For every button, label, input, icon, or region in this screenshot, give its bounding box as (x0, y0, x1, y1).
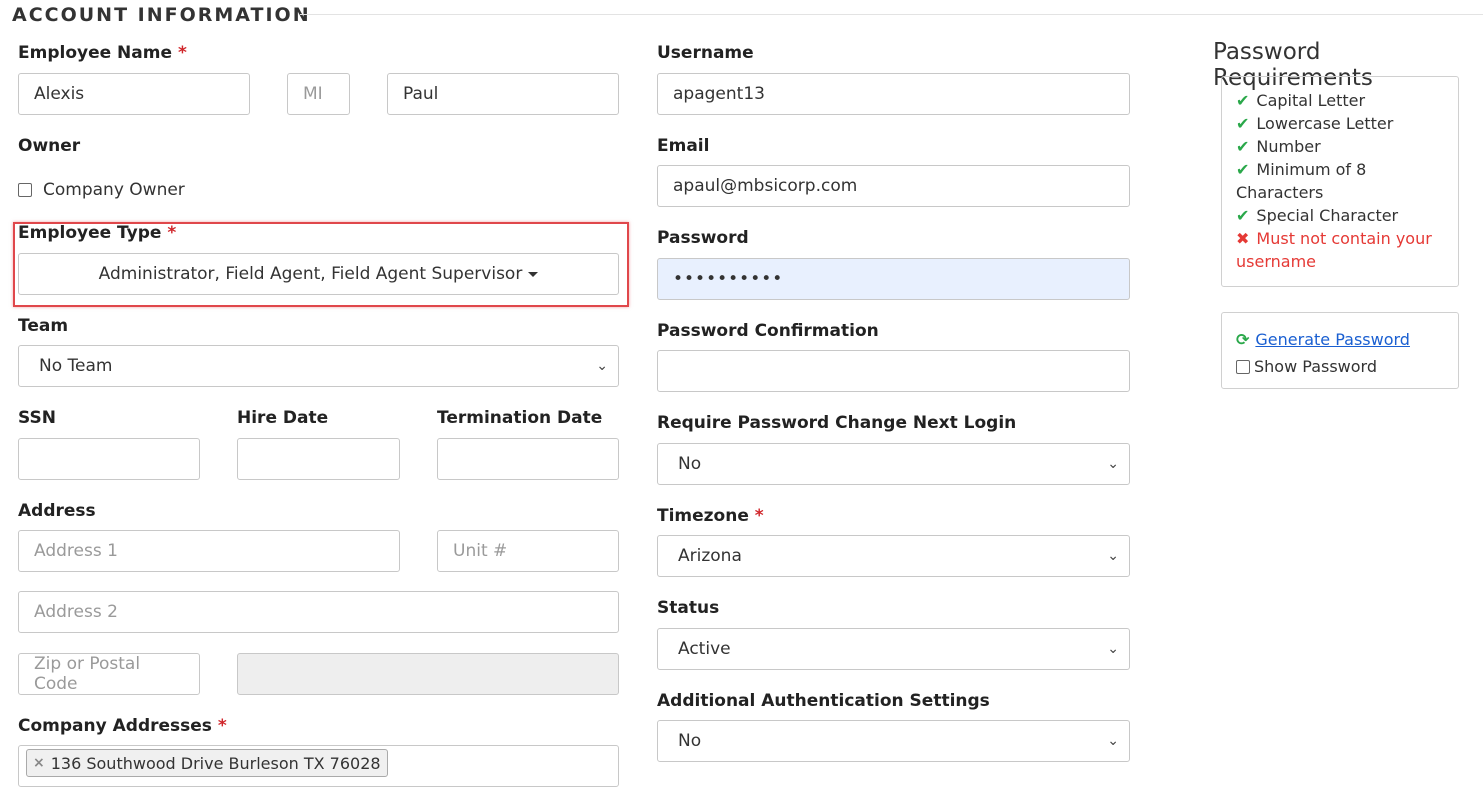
company-address-tag-text: 136 Southwood Drive Burleson TX 76028 (50, 753, 381, 773)
show-password-checkbox[interactable] (1236, 359, 1250, 374)
password-input[interactable]: •••••••••• (657, 258, 1130, 300)
employee-type-multiselect[interactable]: Administrator, Field Agent, Field Agent … (18, 253, 619, 295)
address2-input[interactable]: Address 2 (18, 591, 619, 633)
password-confirmation-input[interactable] (657, 350, 1130, 392)
show-password-option[interactable]: Show Password (1236, 353, 1446, 380)
caret-down-icon (528, 271, 539, 277)
requirement-item: ✔ Capital Letter (1236, 89, 1446, 112)
requirement-text: Special Character (1256, 206, 1399, 225)
email-label: Email (657, 136, 710, 156)
requirement-text: Lowercase Letter (1256, 114, 1394, 133)
additional-auth-value: No (678, 731, 702, 751)
password-confirmation-label: Password Confirmation (657, 321, 879, 341)
requirement-text: Capital Letter (1256, 91, 1366, 110)
timezone-label: Timezone * (657, 506, 764, 526)
hire-date-label: Hire Date (237, 408, 329, 428)
address1-input[interactable]: Address 1 (18, 530, 400, 572)
password-tools: ⟳ Generate Password Show Password (1221, 312, 1459, 389)
last-name-input[interactable]: Paul (387, 73, 619, 115)
requirement-item: ✔ Lowercase Letter (1236, 112, 1446, 135)
password-label: Password (657, 228, 749, 248)
require-password-change-value: No (678, 454, 702, 474)
status-label: Status (657, 598, 720, 618)
generate-password-row: ⟳ Generate Password (1236, 326, 1446, 353)
company-owner-checkbox[interactable] (18, 183, 32, 197)
first-name-input[interactable]: Alexis (18, 73, 250, 115)
zip-input[interactable]: Zip or Postal Code (18, 653, 200, 695)
company-owner-label: Company Owner (43, 180, 185, 200)
requirement-text: Minimum of 8 Characters (1236, 160, 1367, 202)
check-icon: ✔ (1236, 91, 1250, 110)
status-select[interactable]: Active ⌄ (657, 628, 1130, 670)
check-icon: ✔ (1236, 114, 1250, 133)
employee-name-label-text: Employee Name (18, 43, 173, 63)
required-marker: * (754, 506, 764, 526)
section-divider (300, 14, 1483, 15)
hire-date-input[interactable] (237, 438, 400, 480)
company-owner-option[interactable]: Company Owner (18, 180, 185, 200)
additional-auth-select[interactable]: No ⌄ (657, 720, 1130, 762)
team-label: Team (18, 316, 69, 336)
remove-tag-icon[interactable]: × (33, 755, 45, 771)
password-requirements-list: ✔ Capital Letter ✔ Lowercase Letter ✔ Numbe… (1221, 76, 1459, 287)
timezone-select[interactable]: Arizona ⌄ (657, 535, 1130, 577)
requirement-item: ✔ Special Character (1236, 204, 1446, 227)
check-icon: ✔ (1236, 206, 1250, 225)
check-icon: ✔ (1236, 160, 1250, 179)
timezone-label-text: Timezone (657, 506, 749, 526)
requirement-item: ✔ Minimum of 8 Characters (1236, 158, 1446, 204)
chevron-down-icon: ⌄ (1107, 641, 1119, 657)
required-marker: * (217, 716, 227, 736)
requirement-item: ✖ Must not contain your username (1236, 227, 1446, 273)
team-value: No Team (39, 356, 113, 376)
refresh-icon[interactable]: ⟳ (1236, 330, 1249, 349)
company-addresses-label: Company Addresses * (18, 716, 227, 736)
city-state-readonly (237, 653, 619, 695)
ssn-input[interactable] (18, 438, 200, 480)
chevron-down-icon: ⌄ (1107, 456, 1119, 472)
require-password-change-label: Require Password Change Next Login (657, 413, 1017, 433)
termination-date-label: Termination Date (437, 408, 603, 428)
middle-initial-input[interactable]: MI (287, 73, 350, 115)
employee-type-value: Administrator, Field Agent, Field Agent … (98, 264, 523, 284)
company-address-tag[interactable]: × 136 Southwood Drive Burleson TX 76028 (26, 749, 388, 777)
username-label: Username (657, 43, 754, 63)
require-password-change-select[interactable]: No ⌄ (657, 443, 1130, 485)
email-input[interactable]: apaul@mbsicorp.com (657, 165, 1130, 207)
username-input[interactable]: apagent13 (657, 73, 1130, 115)
required-marker: * (167, 223, 177, 243)
owner-label: Owner (18, 136, 81, 156)
employee-type-label-text: Employee Type (18, 223, 162, 243)
team-select[interactable]: No Team ⌄ (18, 345, 619, 387)
status-value: Active (678, 639, 731, 659)
employee-type-label: Employee Type * (18, 223, 176, 243)
chevron-down-icon: ⌄ (1107, 548, 1119, 564)
generate-password-link[interactable]: Generate Password (1255, 330, 1410, 349)
check-icon: ✔ (1236, 137, 1250, 156)
company-addresses-label-text: Company Addresses (18, 716, 212, 736)
ssn-label: SSN (18, 408, 56, 428)
required-marker: * (177, 43, 187, 63)
chevron-down-icon: ⌄ (1107, 733, 1119, 749)
x-icon: ✖ (1236, 229, 1250, 248)
additional-auth-label: Additional Authentication Settings (657, 691, 990, 711)
section-title: ACCOUNT INFORMATION (12, 4, 311, 26)
unit-input[interactable]: Unit # (437, 530, 619, 572)
requirement-item: ✔ Number (1236, 135, 1446, 158)
address-label: Address (18, 501, 96, 521)
employee-name-label: Employee Name * (18, 43, 187, 63)
show-password-label: Show Password (1254, 357, 1377, 376)
termination-date-input[interactable] (437, 438, 619, 480)
requirement-text: Must not contain your username (1236, 229, 1432, 271)
chevron-down-icon: ⌄ (596, 358, 608, 374)
timezone-value: Arizona (678, 546, 742, 566)
requirement-text: Number (1256, 137, 1321, 156)
